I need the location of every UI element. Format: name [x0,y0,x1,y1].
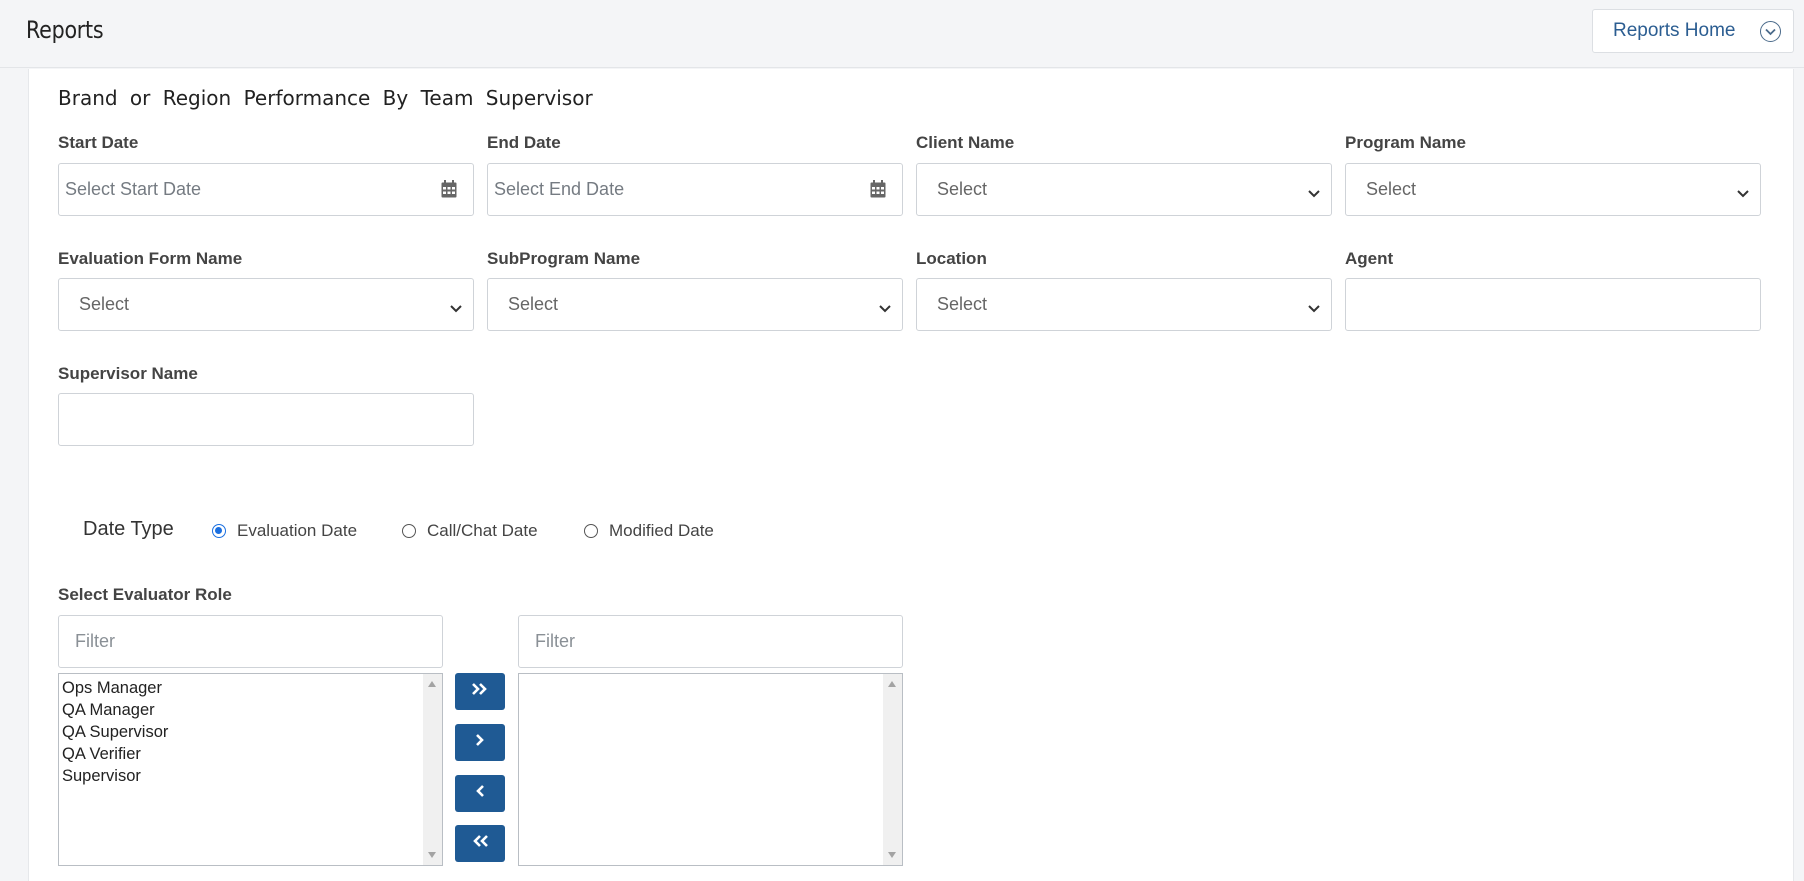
start-date-label: Start Date [58,133,139,152]
selected-filter-field[interactable] [518,615,903,668]
end-date-field[interactable] [487,163,903,216]
chevron-down-icon [1307,299,1321,313]
radio-call-chat-date[interactable]: Call/Chat Date [402,521,538,541]
supervisor-name-field[interactable] [58,393,474,446]
evaluation-form-name-value: Select [79,294,130,314]
end-date-input[interactable] [488,164,902,215]
program-name-value: Select [1366,179,1417,199]
calendar-icon[interactable] [441,180,457,198]
program-name-label: Program Name [1345,133,1466,152]
scrollbar[interactable] [883,674,902,865]
chevron-left-icon [475,784,485,803]
top-bar: Reports Reports Home [0,0,1804,68]
radio-button[interactable] [584,524,598,538]
location-select[interactable]: Select [916,278,1332,331]
radio-label: Modified Date [609,521,714,540]
chevron-down-icon [449,299,463,313]
agent-field[interactable] [1345,278,1761,331]
scroll-up-arrow-icon[interactable] [888,681,896,687]
subprogram-name-select[interactable]: Select [487,278,903,331]
reports-home-label: Reports Home [1613,20,1736,41]
radio-modified-date[interactable]: Modified Date [584,521,714,541]
subprogram-name-value: Select [508,294,559,314]
list-item[interactable]: QA Manager [62,699,442,721]
agent-label: Agent [1345,249,1394,268]
agent-input[interactable] [1346,279,1760,330]
scrollbar[interactable] [423,674,442,865]
move-left-button[interactable] [455,775,505,812]
radio-button[interactable] [402,524,416,538]
chevron-down-icon [1760,21,1781,42]
subprogram-name-label: SubProgram Name [487,249,641,268]
radio-button-selected[interactable] [212,524,226,538]
reports-home-button[interactable]: Reports Home [1592,9,1794,53]
calendar-icon[interactable] [870,180,886,198]
move-right-button[interactable] [455,724,505,761]
radio-label: Call/Chat Date [427,521,538,540]
supervisor-name-input[interactable] [59,394,473,445]
radio-label: Evaluation Date [237,521,358,540]
page-title: Reports [26,16,104,44]
client-name-select[interactable]: Select [916,163,1332,216]
client-name-label: Client Name [916,133,1015,152]
client-name-value: Select [937,179,988,199]
program-name-select[interactable]: Select [1345,163,1761,216]
scroll-up-arrow-icon[interactable] [428,681,436,687]
evaluator-role-label: Select Evaluator Role [58,585,232,604]
list-item[interactable]: QA Supervisor [62,721,442,743]
report-title: Brand or Region Performance By Team Supe… [58,86,593,110]
date-type-label: Date Type [83,518,174,540]
location-label: Location [916,249,987,268]
double-chevron-left-icon [471,834,489,853]
location-value: Select [937,294,988,314]
available-filter-field[interactable] [58,615,443,668]
selected-roles-list[interactable] [518,673,903,866]
double-chevron-right-icon [471,682,489,701]
end-date-label: End Date [487,133,561,152]
available-filter-input[interactable] [59,616,442,667]
chevron-down-icon [878,299,892,313]
scroll-down-arrow-icon[interactable] [888,852,896,858]
available-roles-list[interactable]: Ops Manager QA Manager QA Supervisor QA … [58,673,443,866]
start-date-input[interactable] [59,164,473,215]
scroll-down-arrow-icon[interactable] [428,852,436,858]
list-item[interactable]: QA Verifier [62,743,442,765]
chevron-right-icon [475,733,485,752]
evaluation-form-name-label: Evaluation Form Name [58,249,243,268]
chevron-down-icon [1736,184,1750,198]
supervisor-name-label: Supervisor Name [58,364,198,383]
selected-filter-input[interactable] [519,616,902,667]
evaluation-form-name-select[interactable]: Select [58,278,474,331]
list-item[interactable]: Ops Manager [62,677,442,699]
start-date-field[interactable] [58,163,474,216]
move-all-right-button[interactable] [455,673,505,710]
move-all-left-button[interactable] [455,825,505,862]
radio-evaluation-date[interactable]: Evaluation Date [212,521,357,541]
list-item[interactable]: Supervisor [62,765,442,787]
chevron-down-icon [1307,184,1321,198]
